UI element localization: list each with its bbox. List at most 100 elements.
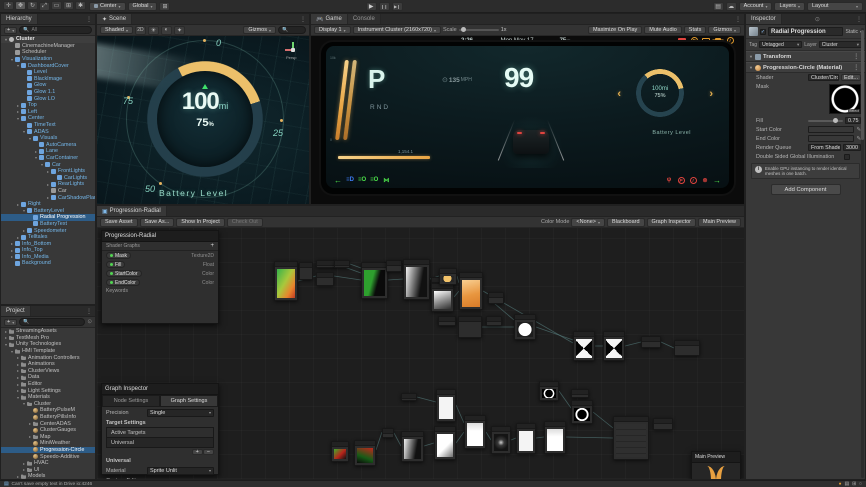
tab-project[interactable]: Project	[1, 306, 31, 316]
graph-node[interactable]	[539, 381, 559, 401]
hierarchy-row[interactable]: ▸Info_Media	[1, 254, 95, 261]
graph-inspector-toggle[interactable]: Graph Inspector	[647, 218, 696, 227]
hierarchy-row[interactable]: ▾BatteryLevel	[1, 207, 95, 214]
display-dropdown[interactable]: Display 1▾	[314, 26, 351, 34]
tree-foldout-arrow[interactable]: ▾	[21, 401, 27, 406]
graph-node[interactable]	[299, 262, 313, 280]
hierarchy-row[interactable]: BatteryText	[1, 221, 95, 228]
hierarchy-row[interactable]: ▾Visualization	[1, 56, 95, 63]
hierarchy-search-input[interactable]: 🔍All	[19, 26, 92, 34]
game-gizmos-dropdown[interactable]: Gizmos▾	[708, 26, 741, 34]
pause-button[interactable]: ❙❙	[379, 2, 390, 11]
project-row[interactable]: ▾Unity Technologies	[1, 341, 95, 348]
graph-inspector[interactable]: Graph Inspector Node Settings Graph Sett…	[101, 383, 219, 475]
tree-foldout-arrow[interactable]: ▸	[15, 368, 21, 373]
layer-dropdown[interactable]: Cluster▾	[819, 41, 862, 48]
hierarchy-menu-icon[interactable]: ⋮	[83, 14, 95, 24]
graph-node[interactable]	[401, 431, 424, 462]
tab-shader-graph[interactable]: ▣Progression-Radial	[97, 206, 167, 216]
tool-button-2[interactable]: ↻	[27, 1, 38, 10]
console-message[interactable]: Can't save empty text in Drive io:4246	[12, 482, 93, 487]
hierarchy-row[interactable]: Background	[1, 260, 95, 267]
hierarchy-row[interactable]: AutoCamera	[1, 142, 95, 149]
project-row[interactable]: ▾Materials	[1, 394, 95, 401]
graph-node[interactable]	[603, 331, 625, 361]
audio-toggle-icon[interactable]: ◐	[161, 26, 172, 35]
precision-dropdown[interactable]: Single▾	[147, 409, 214, 417]
tree-foldout-arrow[interactable]: ▾	[9, 349, 15, 354]
graph-node[interactable]	[331, 441, 349, 462]
render-queue-value[interactable]: 3000	[843, 144, 861, 152]
hierarchy-row[interactable]: ▸FrontLights	[1, 168, 95, 175]
stats-toggle[interactable]: Stats	[684, 26, 707, 34]
tree-foldout-arrow[interactable]: ▾	[15, 395, 21, 400]
project-row[interactable]: ▸Data	[1, 374, 95, 381]
blackboard[interactable]: Progression-Radial Shader Graphs+ MaskTe…	[101, 230, 219, 324]
project-lock-icon[interactable]: ⊙	[87, 319, 92, 325]
graph-node[interactable]	[439, 268, 457, 285]
hierarchy-row[interactable]: ▸Info_Bottom	[1, 240, 95, 247]
project-row[interactable]: ▸Light Settings	[1, 387, 95, 394]
main-preview[interactable]: Main Preview	[691, 451, 741, 479]
shading-mode-dropdown[interactable]: Shaded▾	[100, 26, 133, 34]
hierarchy-row[interactable]: ▾Car	[1, 161, 95, 168]
tree-foldout-arrow[interactable]: ▸	[3, 335, 9, 340]
node-canvas[interactable]: Progression-Radial Shader Graphs+ MaskTe…	[97, 228, 744, 479]
project-row[interactable]: ClusterGauges	[1, 427, 95, 434]
tab-inspector[interactable]: Inspector	[746, 14, 782, 24]
tree-foldout-arrow[interactable]: ▸	[15, 474, 21, 479]
property-pill[interactable]: StartColor	[106, 270, 142, 277]
hierarchy-row[interactable]: ▸Speedometer	[1, 227, 95, 234]
project-create-button[interactable]: +▾	[4, 319, 17, 326]
graph-node[interactable]	[573, 331, 595, 361]
graph-node[interactable]	[316, 260, 336, 268]
check-out-button[interactable]: Check Out	[227, 218, 263, 227]
graph-node[interactable]	[386, 260, 402, 272]
graph-node[interactable]	[401, 393, 417, 401]
tree-foldout-arrow[interactable]: ▸	[15, 355, 21, 360]
blackboard-property[interactable]: FillFloat	[102, 260, 218, 269]
graph-node[interactable]	[436, 389, 456, 422]
tree-foldout-arrow[interactable]: ▸	[15, 362, 21, 367]
graph-node[interactable]	[514, 314, 536, 340]
project-row[interactable]: MiniWeather	[1, 440, 95, 447]
blackboard-property[interactable]: MaskTexture2D	[102, 251, 218, 260]
project-row[interactable]: BatteryPulseM	[1, 407, 95, 414]
project-row[interactable]: Progression-Circle	[1, 447, 95, 454]
blackboard-property[interactable]: StartColorColor	[102, 269, 218, 278]
tab-scene[interactable]: ✦Scene	[97, 14, 132, 24]
graph-node[interactable]	[653, 418, 673, 430]
property-pill[interactable]: Fill	[106, 261, 125, 268]
cloud-icon[interactable]: ☁	[726, 2, 737, 11]
hierarchy-create-button[interactable]: +▾	[4, 27, 17, 34]
undo-history-icon[interactable]: ▤	[713, 2, 724, 11]
add-target-button[interactable]: +	[192, 449, 203, 455]
hierarchy-row[interactable]: ▸Right	[1, 201, 95, 208]
tree-foldout-arrow[interactable]: ▾	[3, 342, 9, 347]
graph-node[interactable]	[361, 262, 388, 299]
graph-node[interactable]	[316, 272, 334, 286]
scene-viewport[interactable]: 0 25 50 75 100mi 75% Battery Level Persp	[97, 36, 309, 204]
tool-button-0[interactable]: ✛	[3, 1, 14, 10]
project-row[interactable]: Speedo-Additive	[1, 453, 95, 460]
hierarchy-row[interactable]: ▾ADAS	[1, 128, 95, 135]
graph-node[interactable]	[464, 415, 486, 449]
main-preview-toggle[interactable]: Main Preview	[698, 218, 741, 227]
hierarchy-row[interactable]: Glow 1.1	[1, 89, 95, 96]
tab-node-settings[interactable]: Node Settings	[102, 395, 160, 407]
render-queue-dropdown[interactable]: From Shader▾	[808, 144, 841, 152]
gizmos-dropdown[interactable]: Gizmos▾	[243, 26, 276, 34]
graph-node[interactable]	[613, 416, 649, 460]
graph-node[interactable]	[431, 283, 454, 312]
hierarchy-row[interactable]: ▸Top	[1, 102, 95, 109]
graph-node[interactable]	[488, 292, 504, 304]
pivot-button[interactable]: Center▾	[89, 2, 126, 11]
hierarchy-row[interactable]: Glow	[1, 82, 95, 89]
save-asset-button[interactable]: Save Asset	[100, 218, 138, 227]
hierarchy-row[interactable]: ▾Cluster	[1, 36, 95, 43]
tab-game[interactable]: 🎮Game	[311, 14, 348, 24]
tree-foldout-arrow[interactable]: ▸	[15, 375, 21, 380]
hierarchy-row[interactable]: ▾CarContainer	[1, 155, 95, 162]
tree-foldout-arrow[interactable]: ▸	[27, 434, 33, 439]
graph-node[interactable]	[544, 421, 566, 454]
